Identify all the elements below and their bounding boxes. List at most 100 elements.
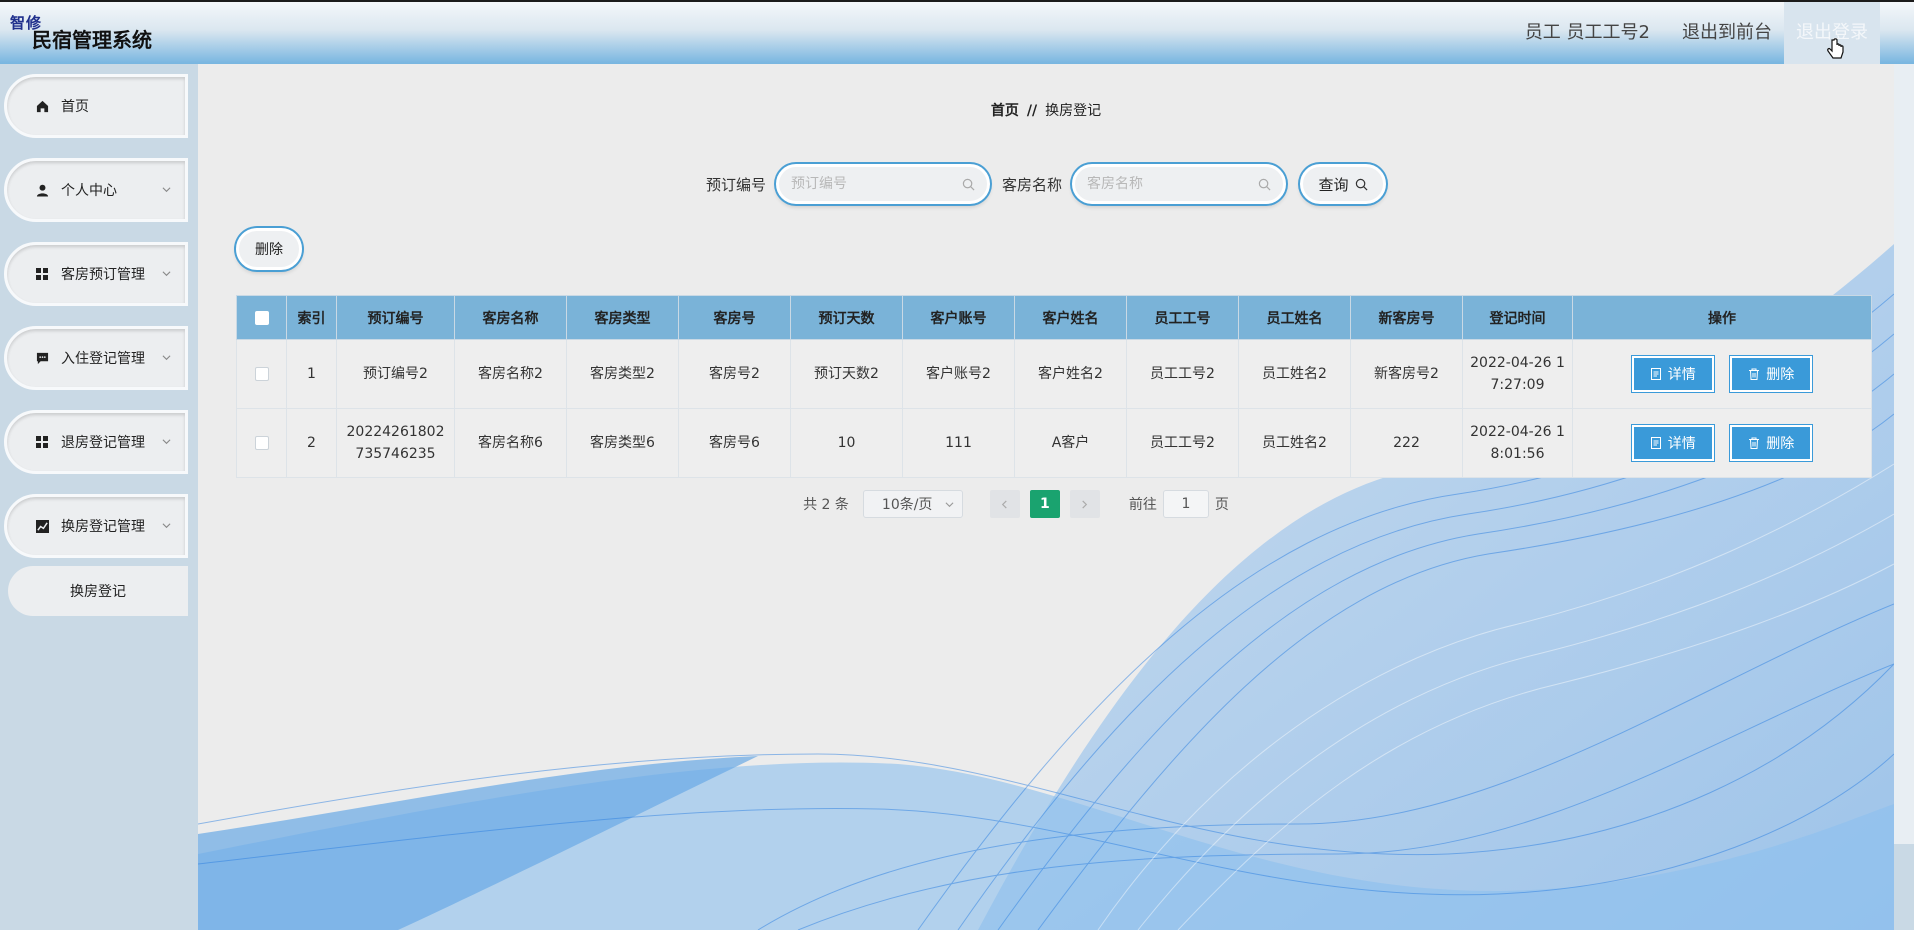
room-name-input[interactable]	[1087, 176, 1258, 192]
page-size-select[interactable]: 10条/页	[862, 490, 963, 518]
batch-delete-button[interactable]: 删除	[236, 228, 302, 270]
row-checkbox[interactable]	[254, 367, 269, 381]
cell-account: 111	[902, 408, 1015, 478]
goto-suffix: 页	[1214, 497, 1229, 513]
document-icon	[1650, 368, 1661, 380]
next-page-button[interactable]	[1069, 490, 1100, 518]
column-header: 预订天数	[790, 295, 903, 340]
cell-account: 客户账号2	[902, 339, 1015, 409]
chevron-down-icon	[162, 523, 171, 529]
table-row: 1 预订编号2 客房名称2 客房类型2 客房号2 预订天数2 客户账号2 客户姓…	[236, 339, 1872, 409]
column-header: 新客房号	[1350, 295, 1463, 340]
exit-to-front-link[interactable]: 退出到前台	[1670, 2, 1784, 64]
breadcrumb-home[interactable]: 首页	[991, 103, 1019, 119]
grid-icon	[35, 435, 49, 449]
detail-button[interactable]: 详情	[1631, 425, 1714, 461]
page-number-active[interactable]: 1	[1029, 490, 1060, 518]
right-edge-strip	[1894, 64, 1914, 844]
cell-index: 2	[286, 408, 337, 478]
column-header: 客户账号	[902, 295, 1015, 340]
column-header: 员工工号	[1126, 295, 1239, 340]
cell-room-no: 客房号6	[678, 408, 791, 478]
delete-button-label: 删除	[1766, 436, 1795, 452]
sidebar-item-label: 客房预订管理	[61, 267, 145, 283]
detail-button-label: 详情	[1667, 436, 1696, 452]
document-icon	[1650, 437, 1661, 449]
top-header: 智修 民宿管理系统 员工 员工工号2 退出到前台 退出登录	[0, 0, 1914, 64]
sidebar-item-personal-center[interactable]: 个人中心	[4, 158, 188, 222]
table-row: 2 20224261802 735746235 客房名称6 客房类型6 客房号6…	[236, 408, 1872, 478]
room-name-field	[1072, 164, 1287, 204]
cell-time: 2022-04-26 1 7:27:09	[1462, 339, 1573, 409]
goto-page-input[interactable]: 1	[1162, 490, 1209, 518]
cell-staff-name: 员工姓名2	[1238, 339, 1351, 409]
cell-customer: A客户	[1014, 408, 1127, 478]
room-name-label: 客房名称	[1002, 175, 1063, 194]
column-header: 客房类型	[566, 295, 679, 340]
current-user-label: 员工 员工工号2	[1524, 22, 1650, 43]
row-checkbox[interactable]	[254, 436, 269, 450]
cell-room-name: 客房名称6	[454, 408, 567, 478]
detail-button[interactable]: 详情	[1631, 356, 1714, 392]
select-all-checkbox[interactable]	[254, 310, 269, 325]
chevron-down-icon	[162, 187, 171, 193]
chevron-down-icon	[162, 271, 171, 277]
cell-new-room: 新客房号2	[1350, 339, 1463, 409]
search-bar: 预订编号 客房名称 查询	[198, 164, 1894, 204]
cell-time: 2022-04-26 1 8:01:56	[1462, 408, 1573, 478]
order-no-label: 预订编号	[705, 175, 766, 194]
sidebar-item-checkin[interactable]: 入住登记管理	[4, 326, 188, 390]
query-button[interactable]: 查询	[1300, 164, 1387, 204]
detail-button-label: 详情	[1667, 367, 1696, 383]
user-icon	[35, 183, 49, 197]
page-size-value: 10条/页	[881, 497, 933, 513]
search-icon	[1258, 178, 1271, 191]
cell-actions: 详情 删除	[1572, 408, 1872, 478]
delete-button-label: 删除	[1766, 367, 1795, 383]
column-header: 预订编号	[336, 295, 455, 340]
delete-button[interactable]: 删除	[1730, 356, 1813, 392]
cell-order-no: 20224261802 735746235	[336, 408, 455, 478]
sidebar-item-label: 入住登记管理	[61, 351, 145, 367]
select-all-header	[236, 295, 287, 340]
sidebar-item-label: 换房登记管理	[61, 519, 145, 535]
cell-staff-no: 员工工号2	[1126, 408, 1239, 478]
chevron-right-icon	[1082, 499, 1088, 509]
cell-staff-no: 员工工号2	[1126, 339, 1239, 409]
breadcrumb: 首页 // 换房登记	[198, 100, 1894, 120]
cell-order-no: 预订编号2	[336, 339, 455, 409]
cell-new-room: 222	[1350, 408, 1463, 478]
chart-icon	[35, 519, 49, 533]
cell-staff-name: 员工姓名2	[1238, 408, 1351, 478]
trash-icon	[1749, 437, 1760, 449]
delete-button[interactable]: 删除	[1730, 425, 1813, 461]
row-select-cell	[236, 408, 287, 478]
app-title: 民宿管理系统	[32, 28, 152, 52]
chevron-down-icon	[162, 439, 171, 445]
column-header: 操作	[1572, 295, 1872, 340]
sidebar-subitem-room-change-register[interactable]: 换房登记	[8, 566, 188, 616]
cell-room-no: 客房号2	[678, 339, 791, 409]
grid-icon	[35, 267, 49, 281]
order-no-field	[776, 164, 990, 204]
table-header-row: 索引 预订编号 客房名称 客房类型 客房号 预订天数 客户账号 客户姓名 员工工…	[236, 295, 1872, 340]
column-header: 客房名称	[454, 295, 567, 340]
query-button-label: 查询	[1318, 175, 1349, 194]
header-actions: 员工 员工工号2 退出到前台 退出登录	[1513, 2, 1914, 64]
prev-page-button[interactable]	[989, 490, 1020, 518]
cell-days: 10	[790, 408, 903, 478]
order-no-input[interactable]	[791, 176, 961, 192]
column-header: 客房号	[678, 295, 791, 340]
main-content: 首页 // 换房登记 预订编号 客房名称 查询 删除	[198, 64, 1894, 930]
total-count: 共 2 条	[803, 497, 849, 513]
chevron-down-icon	[945, 501, 954, 507]
home-icon	[35, 99, 49, 113]
sidebar-item-home[interactable]: 首页	[4, 74, 188, 138]
sidebar-item-room-change[interactable]: 换房登记管理	[4, 494, 188, 558]
column-header: 客户姓名	[1014, 295, 1127, 340]
sidebar-item-room-booking[interactable]: 客房预订管理	[4, 242, 188, 306]
sidebar-item-checkout[interactable]: 退房登记管理	[4, 410, 188, 474]
cell-room-type: 客房类型6	[566, 408, 679, 478]
cell-actions: 详情 删除	[1572, 339, 1872, 409]
search-icon	[1355, 178, 1368, 190]
